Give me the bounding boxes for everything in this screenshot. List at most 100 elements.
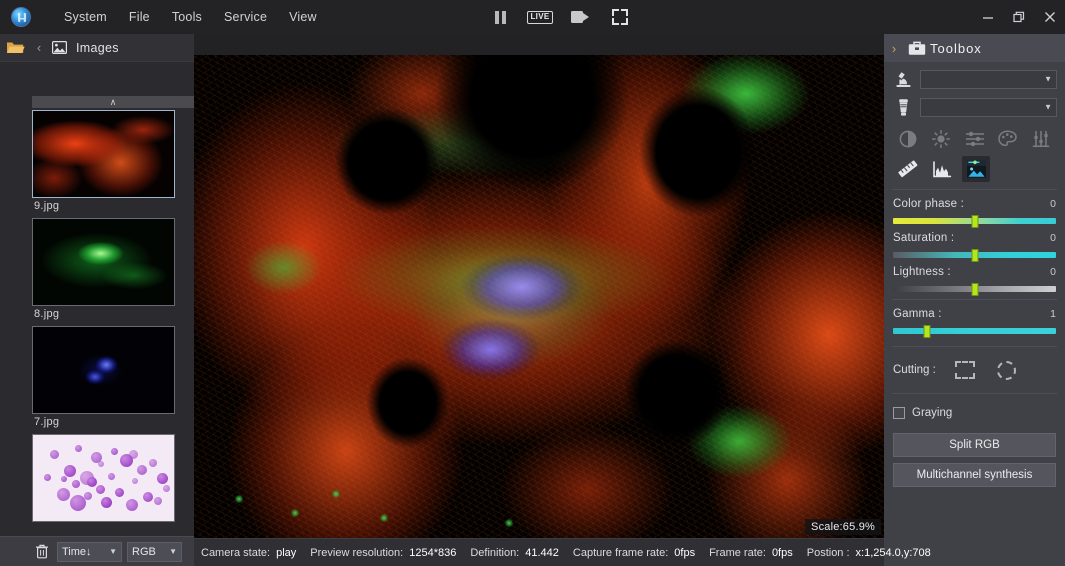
image-icon [48, 41, 70, 54]
fullscreen-icon [612, 9, 628, 25]
close-button[interactable] [1034, 0, 1065, 34]
delete-button[interactable] [32, 542, 52, 562]
color-phase-slider[interactable]: Color phase : 0 [884, 190, 1065, 224]
thumbnail-image[interactable] [32, 434, 175, 522]
saturation-slider[interactable]: Saturation : 0 [884, 224, 1065, 258]
video-camera-icon [571, 11, 589, 23]
status-key: Postion : [807, 547, 850, 559]
menu-item-view[interactable]: View [278, 4, 328, 30]
image-preview-area[interactable]: Scale:65.9% [194, 55, 884, 538]
toolbox-header: › Toolbox [884, 34, 1065, 62]
gamma-slider[interactable]: Gamma : 1 [884, 300, 1065, 334]
status-capture-frame-rate: Capture frame rate: 0fps [573, 547, 695, 559]
thumbnail-image[interactable] [32, 110, 175, 198]
lightness-slider[interactable]: Lightness : 0 [884, 258, 1065, 292]
status-definition: Definition: 41.442 [470, 547, 559, 559]
crop-ellipse-icon[interactable] [994, 359, 1020, 381]
title-bar: System File Tools Service View LIVE [0, 0, 1065, 34]
live-button[interactable]: LIVE [527, 5, 553, 29]
slider-track[interactable] [893, 328, 1056, 334]
expand-toolbox-button[interactable]: › [884, 41, 904, 56]
slider-handle[interactable] [924, 325, 931, 338]
adjust-sliders-icon[interactable] [961, 126, 988, 152]
thumbnail-list[interactable]: 9.jpg 8.jpg 7.jpg [32, 110, 194, 566]
thumbnail-scroll-up-button[interactable]: ∧ [32, 96, 194, 108]
folder-open-button[interactable] [0, 40, 30, 55]
slider-label: Gamma : [893, 308, 942, 320]
list-item[interactable]: 7.jpg [32, 326, 194, 429]
menu-item-system[interactable]: System [53, 4, 118, 30]
list-item[interactable] [32, 434, 194, 525]
image-adjust-icon[interactable] [962, 156, 990, 182]
slider-value: 1 [1050, 308, 1056, 320]
sort-order-select[interactable]: Time↓ ▼ [57, 542, 122, 562]
list-item[interactable]: 8.jpg [32, 218, 194, 321]
menu-item-file[interactable]: File [118, 4, 161, 30]
trash-icon [35, 544, 49, 559]
status-value: 0fps [674, 547, 695, 559]
toolbox-action-buttons: Split RGB Multichannel synthesis [884, 419, 1065, 487]
status-preview-resolution: Preview resolution: 1254*836 [310, 547, 456, 559]
slider-track[interactable] [893, 252, 1056, 258]
toolbox-case-icon [904, 40, 930, 56]
slider-header: Gamma : 1 [893, 308, 1056, 320]
slider-header: Lightness : 0 [893, 266, 1056, 278]
channel-select[interactable]: RGB ▼ [127, 542, 182, 562]
images-panel: ‹ Images ∧ 9.jpg 8.jpg 7.jp [0, 34, 194, 566]
graying-checkbox[interactable] [893, 407, 905, 419]
microscope-icon [892, 68, 914, 90]
status-bar: Camera state: play Preview resolution: 1… [194, 538, 884, 566]
color-palette-icon[interactable] [994, 126, 1021, 152]
collapse-panel-button[interactable]: ‹ [30, 40, 48, 55]
record-button[interactable] [567, 5, 593, 29]
graying-checkbox-row[interactable]: Graying [884, 394, 1065, 419]
status-value: x:1,254.0,y:708 [856, 547, 931, 559]
slider-track[interactable] [893, 286, 1056, 292]
status-key: Capture frame rate: [573, 547, 668, 559]
status-key: Frame rate: [709, 547, 766, 559]
minimize-button[interactable] [972, 0, 1003, 34]
thumbnail-label [32, 522, 194, 525]
graying-label: Graying [912, 407, 952, 419]
cutting-row: Cutting : [884, 347, 1065, 381]
app-logo-icon [11, 7, 31, 27]
slider-handle[interactable] [971, 249, 978, 262]
ruler-icon[interactable] [894, 156, 922, 182]
image-green-specks [194, 55, 884, 538]
chevron-down-icon: ▼ [109, 547, 117, 556]
playback-controls: LIVE [487, 0, 633, 34]
folder-icon [6, 40, 25, 55]
menu-item-service[interactable]: Service [213, 4, 278, 30]
menu-item-tools[interactable]: Tools [161, 4, 213, 30]
histogram-icon[interactable] [928, 156, 956, 182]
split-rgb-button[interactable]: Split RGB [893, 433, 1056, 457]
slider-track[interactable] [893, 218, 1056, 224]
status-key: Preview resolution: [310, 547, 403, 559]
images-panel-title: Images [76, 41, 119, 55]
multichannel-synthesis-button[interactable]: Multichannel synthesis [893, 463, 1056, 487]
levels-icon[interactable] [1028, 126, 1055, 152]
toolbox-panel: › Toolbox ▼ [884, 34, 1065, 566]
pause-icon [495, 11, 506, 24]
thumbnail-image[interactable] [32, 326, 175, 414]
slider-handle[interactable] [971, 215, 978, 228]
objective-select-row: ▼ [884, 90, 1065, 118]
status-value: 1254*836 [409, 547, 456, 559]
pause-button[interactable] [487, 5, 513, 29]
channel-value: RGB [132, 546, 163, 558]
crop-rectangle-icon[interactable] [952, 359, 978, 381]
status-camera-state: Camera state: play [201, 547, 296, 559]
fullscreen-button[interactable] [607, 5, 633, 29]
slider-label: Lightness : [893, 266, 951, 278]
list-item[interactable]: 9.jpg [32, 110, 194, 213]
status-key: Camera state: [201, 547, 270, 559]
restore-button[interactable] [1003, 0, 1034, 34]
slider-handle[interactable] [971, 283, 978, 296]
slider-header: Color phase : 0 [893, 198, 1056, 210]
contrast-icon[interactable] [894, 126, 921, 152]
microscope-select[interactable]: ▼ [920, 70, 1057, 89]
brightness-icon[interactable] [927, 126, 954, 152]
objective-select[interactable]: ▼ [920, 98, 1057, 117]
close-icon [1044, 11, 1056, 23]
thumbnail-image[interactable] [32, 218, 175, 306]
